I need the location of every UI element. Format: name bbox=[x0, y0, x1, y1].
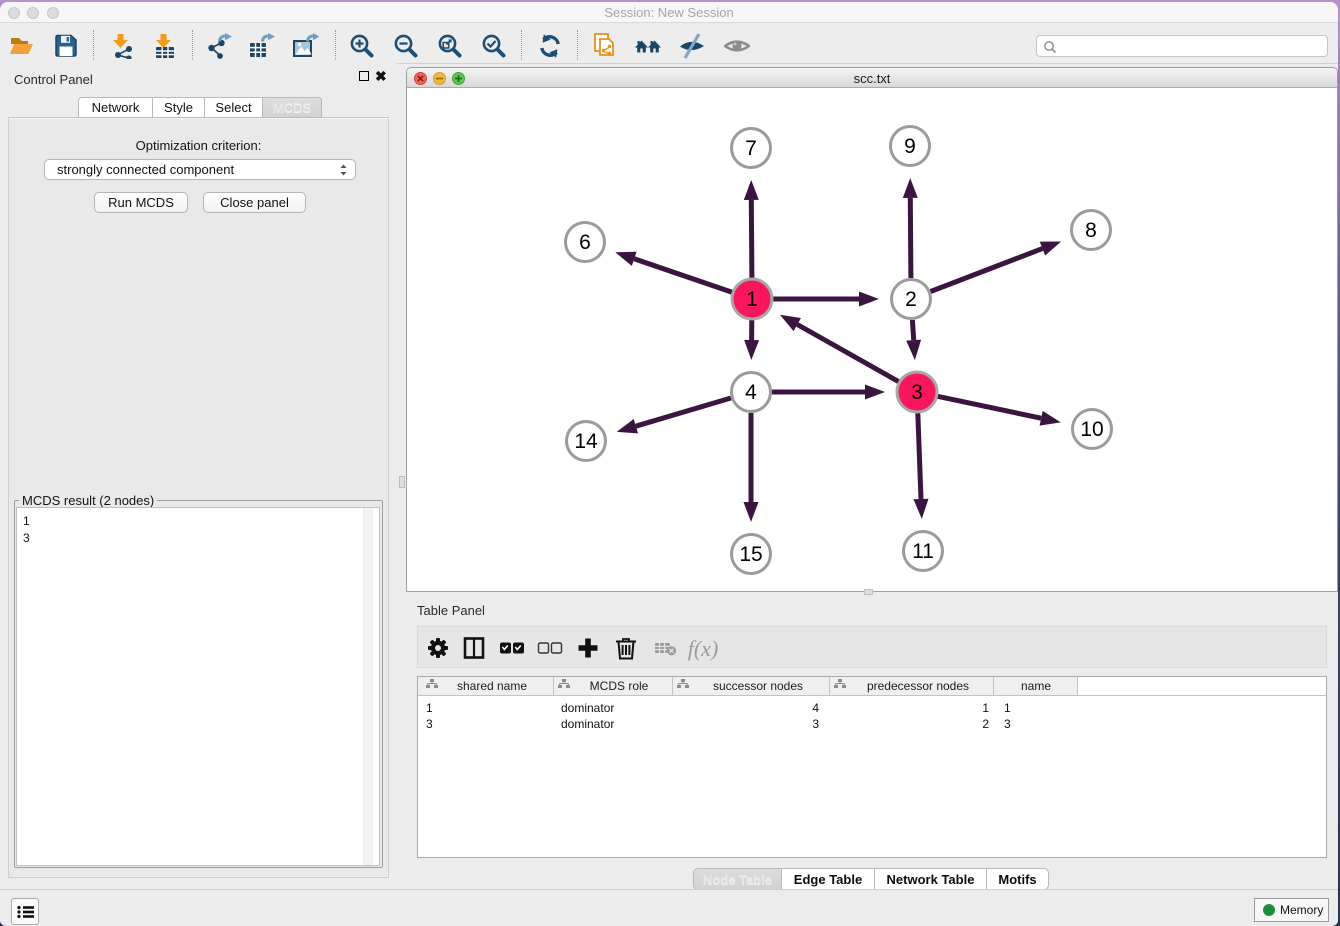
svg-text:3: 3 bbox=[911, 381, 923, 404]
svg-text:MCDS role: MCDS role bbox=[590, 679, 649, 693]
svg-text:predecessor nodes: predecessor nodes bbox=[867, 679, 969, 693]
svg-text:shared name: shared name bbox=[457, 679, 527, 693]
svg-text:2: 2 bbox=[905, 288, 917, 311]
svg-text:15: 15 bbox=[739, 543, 762, 566]
svg-text:8: 8 bbox=[1085, 219, 1097, 242]
svg-text:1: 1 bbox=[746, 288, 758, 311]
svg-text:14: 14 bbox=[574, 430, 598, 453]
svg-text:successor nodes: successor nodes bbox=[713, 679, 803, 693]
svg-text:4: 4 bbox=[745, 381, 757, 404]
svg-text:6: 6 bbox=[579, 231, 591, 254]
svg-text:f(x): f(x) bbox=[688, 636, 719, 661]
svg-text:9: 9 bbox=[904, 135, 916, 158]
svg-text:name: name bbox=[1021, 679, 1051, 693]
svg-text:7: 7 bbox=[745, 137, 757, 160]
svg-text:10: 10 bbox=[1080, 418, 1103, 441]
svg-text:11: 11 bbox=[912, 540, 934, 563]
